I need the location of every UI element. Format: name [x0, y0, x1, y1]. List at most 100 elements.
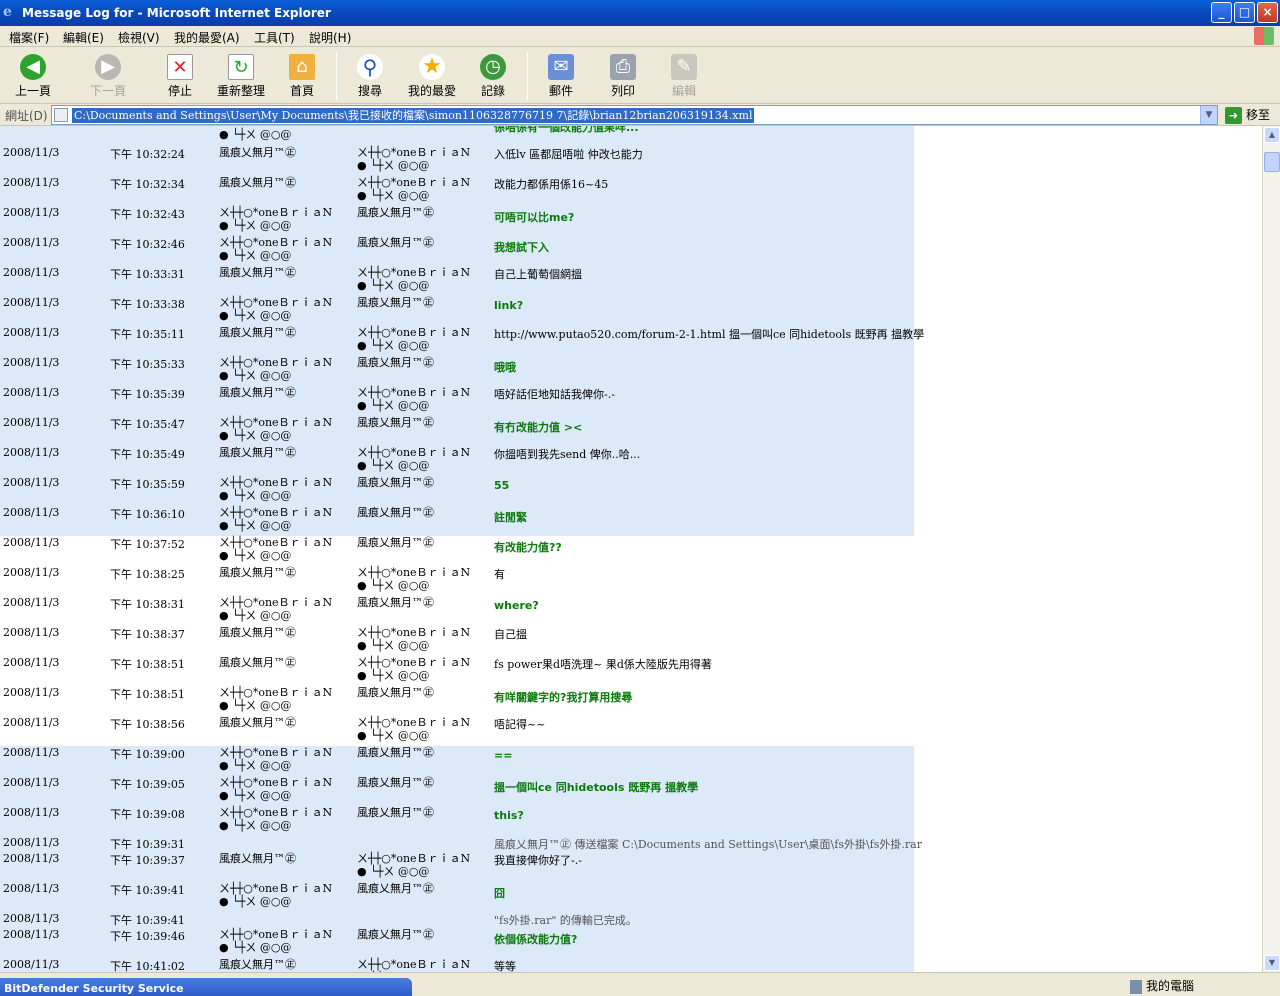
taskbar-notification[interactable]: BitDefender Security Service: [0, 978, 412, 996]
log-message: 唔記得~~: [494, 718, 546, 731]
sender-name-line: ㄨ┼┼○*oneＢｒｉａN: [357, 958, 471, 971]
log-to: 風痕乂無月™㊣: [357, 806, 434, 819]
log-date: 2008/11/3: [3, 836, 60, 849]
close-button[interactable]: ×: [1257, 2, 1278, 23]
log-time: 下午 10:32:34: [110, 178, 185, 191]
log-from: ㄨ┼┼○*oneＢｒｉａN ● └┼ㄨ @○@: [219, 596, 332, 622]
log-from: ㄨ┼┼○*oneＢｒｉａN ● └┼ㄨ @○@: [219, 356, 332, 382]
log-time: 下午 10:38:51: [110, 658, 185, 671]
sender-name-line: ㄨ┼┼○*oneＢｒｉａN: [219, 596, 333, 609]
log-row: 2008/11/3 下午 10:35:59 ㄨ┼┼○*oneＢｒｉａN ● └┼ㄨ @…: [0, 476, 914, 504]
sender-name-line: ㄨ┼┼○*oneＢｒｉａN: [219, 236, 333, 249]
log-time: 下午 10:38:56: [110, 718, 185, 731]
history-button[interactable]: ◷ 記錄: [479, 54, 507, 99]
forward-arrow-icon: ▶: [95, 54, 121, 80]
log-time: 下午 10:35:33: [110, 358, 185, 371]
vertical-scrollbar[interactable]: ▲ ▼: [1262, 126, 1280, 972]
menu-edit[interactable]: 編輯(E): [63, 29, 104, 46]
log-message: 自己上葡萄個網搵: [494, 268, 582, 281]
log-date: 2008/11/3: [3, 266, 60, 279]
menu-help[interactable]: 說明(H): [309, 29, 351, 46]
sender-name-line: ㄨ┼┼○*oneＢｒｉａN: [357, 852, 471, 865]
address-label: 網址(D): [5, 109, 48, 123]
log-from: 風痕乂無月™㊣: [219, 386, 296, 399]
mail-button[interactable]: ✉ 郵件: [546, 54, 576, 99]
sender-name-line: ● └┼ㄨ @○@: [219, 699, 292, 712]
log-date: 2008/11/3: [3, 912, 60, 925]
sender-name-line: ● └┼ㄨ @○@: [219, 219, 292, 232]
menu-file[interactable]: 檔案(F): [9, 29, 49, 46]
sender-name-line: ● └┼ㄨ @○@: [219, 941, 292, 954]
menu-view[interactable]: 檢視(V): [118, 29, 160, 46]
log-message: where?: [494, 599, 539, 612]
go-button[interactable]: ➜ 移至: [1225, 106, 1270, 124]
print-button[interactable]: ⎙ 列印: [609, 54, 637, 99]
log-row: 2008/11/3 下午 10:35:33 ㄨ┼┼○*oneＢｒｉａN ● └┼ㄨ @…: [0, 356, 914, 384]
log-message: 改能力都係用係16~45: [494, 178, 609, 191]
printer-icon: ⎙: [610, 54, 636, 80]
log-message: 有咩關鍵字的?我打算用搜尋: [494, 691, 633, 704]
log-time: 下午 10:32:24: [110, 148, 185, 161]
log-message: 哦哦: [494, 361, 516, 374]
menu-tools[interactable]: 工具(T): [254, 29, 295, 46]
sender-name-line: ● └┼ㄨ @○@: [219, 429, 292, 442]
edit-button[interactable]: ✎ 編輯: [670, 54, 698, 99]
address-input[interactable]: C:\Documents and Settings\User\My Docume…: [51, 105, 1218, 125]
address-value[interactable]: C:\Documents and Settings\User\My Docume…: [72, 108, 755, 123]
log-row: 2008/11/3 下午 10:39:00 ㄨ┼┼○*oneＢｒｉａN ● └┼ㄨ @…: [0, 746, 914, 774]
sender-name-line: ㄨ┼┼○*oneＢｒｉａN: [219, 806, 333, 819]
maximize-button[interactable]: □: [1234, 2, 1255, 23]
log-message: 搵一個叫ce 同hidetools 既野再 搵教學: [494, 781, 699, 794]
menu-favorites[interactable]: 我的最愛(A): [174, 29, 240, 46]
windows-logo-icon: [1254, 27, 1274, 45]
refresh-icon: ↻: [228, 54, 254, 80]
log-message: 55: [494, 479, 510, 492]
sender-name-line: ● └┼ㄨ @○@: [357, 159, 430, 172]
log-to: 風痕乂無月™㊣: [357, 236, 434, 249]
log-date: 2008/11/3: [3, 356, 60, 369]
log-message: 我想試下入: [494, 241, 549, 254]
log-from: 風痕乂無月™㊣: [219, 146, 296, 159]
sender-name-line: ㄨ┼┼○*oneＢｒｉａN: [219, 928, 333, 941]
sender-name-line: ● └┼ㄨ @○@: [357, 669, 430, 682]
back-button[interactable]: ◀ 上一頁: [14, 54, 52, 99]
scroll-down-icon[interactable]: ▼: [1264, 955, 1280, 971]
log-message: 入低lv 區都屈唔啦 仲改乜能力: [494, 148, 643, 161]
log-to: 風痕乂無月™㊣: [357, 746, 434, 759]
sender-name-line: ㄨ┼┼○*oneＢｒｉａN: [219, 746, 333, 759]
security-zone: 我的電腦: [1130, 977, 1194, 994]
refresh-button[interactable]: ↻ 重新整理: [215, 54, 267, 99]
minimize-button[interactable]: _: [1211, 2, 1232, 23]
back-arrow-icon: ◀: [20, 54, 46, 80]
home-button[interactable]: ⌂ 首頁: [288, 54, 316, 99]
sender-name-line: ● └┼ㄨ @○@: [219, 369, 292, 382]
log-date: 2008/11/3: [3, 928, 60, 941]
log-time: 下午 10:36:10: [110, 508, 185, 521]
stop-button[interactable]: ✕ 停止: [167, 54, 193, 99]
log-time: 下午 10:41:02: [110, 960, 185, 972]
log-message: fs power果d唔洗理~ 果d係大陸版先用得著: [494, 658, 712, 671]
scroll-up-icon[interactable]: ▲: [1264, 127, 1280, 143]
log-message: 自己搵: [494, 628, 527, 641]
log-time: 下午 10:39:31: [110, 838, 185, 851]
log-from: ㄨ┼┼○*oneＢｒｉａN ● └┼ㄨ @○@: [219, 686, 332, 712]
computer-icon: [1130, 979, 1142, 994]
forward-button[interactable]: ▶ 下一頁: [89, 54, 127, 99]
scroll-thumb[interactable]: [1264, 152, 1280, 172]
search-button[interactable]: ⚲ 搜尋: [356, 54, 384, 99]
chevron-down-icon[interactable]: ▼: [1200, 106, 1217, 124]
log-to: ㄨ┼┼○*oneＢｒｉａN● └┼ㄨ @○@: [357, 626, 470, 652]
log-to: 風痕乂無月™㊣: [357, 928, 434, 941]
log-from: ㄨ┼┼○*oneＢｒｉａN ● └┼ㄨ @○@: [219, 746, 332, 772]
log-message: 有: [494, 568, 505, 581]
log-row: 2008/11/3 下午 10:38:51 風痕乂無月™㊣ ㄨ┼┼○*oneＢｒｉａN…: [0, 656, 914, 684]
favorites-button[interactable]: ★ 我的最愛: [406, 54, 458, 99]
toolbar-separator: [527, 52, 528, 100]
log-date: 2008/11/3: [3, 686, 60, 699]
sender-name-line: ㄨ┼┼○*oneＢｒｉａN: [357, 176, 471, 189]
log-time: 下午 10:39:41: [110, 914, 185, 927]
log-from: ㄨ┼┼○*oneＢｒｉａN ● └┼ㄨ @○@: [219, 506, 332, 532]
sender-name-line: ㄨ┼┼○*oneＢｒｉａN: [357, 446, 471, 459]
log-message: 等等: [494, 960, 516, 972]
log-to: ㄨ┼┼○*oneＢｒｉａN● └┼ㄨ @○@: [357, 958, 470, 972]
